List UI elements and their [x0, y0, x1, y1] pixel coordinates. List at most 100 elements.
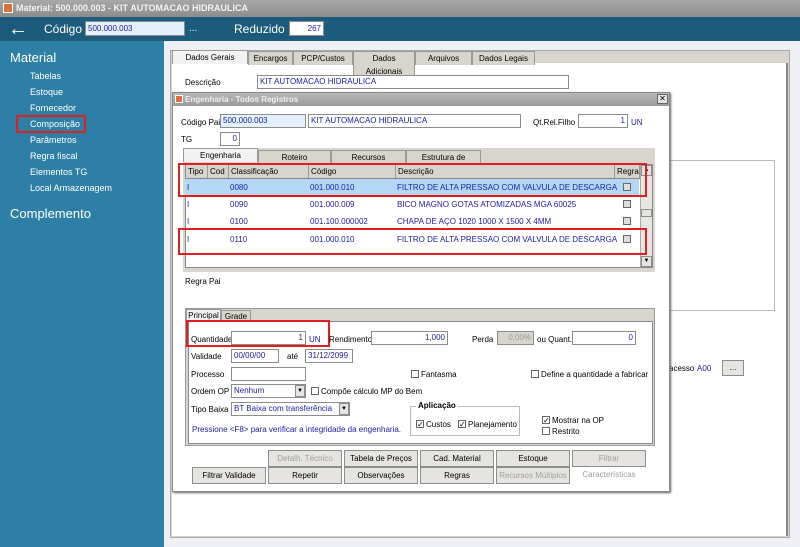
sidebar-item-elementos-tg[interactable]: Elementos TG [30, 167, 87, 177]
codigo-pai-descricao: KIT AUTOMACAO HIDRAULICA [308, 114, 521, 128]
dialog-title: Engenharia - Todos Registros [185, 95, 299, 104]
reduzido-label: Reduzido [234, 22, 285, 36]
estoque-button[interactable]: Estoque [496, 450, 570, 467]
chevron-down-icon[interactable]: ▼ [339, 403, 349, 415]
back-arrow-icon[interactable]: ← [8, 17, 28, 41]
codigo-pai-input[interactable]: 500.000.003 [220, 114, 306, 128]
tg-input[interactable]: 0 [220, 132, 240, 146]
dialog-icon [175, 95, 183, 103]
header-bar: ← Código 500.000.003 ... Reduzido 267 [0, 17, 800, 41]
tipo-baixa-select[interactable]: BT Baixa com transferência [231, 402, 350, 416]
compoe-calculo-checkbox[interactable] [311, 387, 319, 395]
tab-dados-adicionais[interactable]: Dados Adicionais [353, 51, 415, 78]
mostrar-op-label: Mostrar na OP [552, 416, 605, 425]
validade-to-input[interactable]: 31/12/2099 [305, 349, 353, 363]
tab-engenharia[interactable]: Engenharia [183, 148, 258, 162]
cell-tipo: I [187, 200, 190, 209]
processo-input[interactable] [231, 367, 306, 381]
dialog-titlebar: Engenharia - Todos Registros [173, 93, 669, 106]
codigo-lookup-button[interactable]: ... [189, 23, 197, 34]
qt-rel-filho-input[interactable]: 1 [578, 114, 628, 128]
sidebar-item-estoque[interactable]: Estoque [30, 87, 63, 97]
compoe-calculo-label: Compõe cálculo MP do Bem [321, 387, 423, 396]
descricao-input[interactable]: KIT AUTOMACAO HIDRAULICA [257, 75, 569, 89]
codigo-pai-label: Código Pai [181, 118, 221, 127]
window-titlebar: Material: 500.000.003 - KIT AUTOMACAO HI… [0, 0, 800, 17]
perda-label: Perda [472, 335, 494, 344]
chevron-down-icon[interactable]: ▼ [295, 385, 305, 397]
descricao-label: Descrição [185, 78, 221, 87]
regra-pai-label: Regra Pai [185, 277, 221, 286]
highlight-box [178, 163, 647, 197]
scroll-thumb[interactable] [641, 209, 652, 217]
tab-roteiro[interactable]: Roteiro [258, 150, 331, 164]
tab-dados-legais[interactable]: Dados Legais [472, 51, 535, 65]
sidebar-item-composicao[interactable]: Composição [16, 115, 86, 133]
restrito-label: Restrito [552, 427, 580, 436]
cell-descricao: BICO MAGNO GOTAS ATOMIZADAS MGA 60025 [397, 200, 577, 209]
restrito-checkbox[interactable] [542, 427, 550, 435]
cell-codigo: 001.000.009 [310, 200, 355, 209]
sidebar-item-local-armazenagem[interactable]: Local Armazenagem [30, 183, 112, 193]
cell-regra-checkbox[interactable] [623, 217, 631, 225]
observacoes-button[interactable]: Observações [344, 467, 418, 484]
acesso-lookup-button[interactable]: ... [722, 360, 744, 376]
sidebar-item-parametros[interactable]: Parâmetros [30, 135, 77, 145]
ordem-op-label: Ordem OP [191, 387, 230, 396]
mostrar-op-checkbox[interactable]: ✓ [542, 416, 550, 425]
custos-checkbox[interactable]: ✓ [416, 420, 424, 429]
define-quantidade-checkbox[interactable] [531, 370, 539, 378]
aplicacao-label: Aplicação [416, 401, 458, 410]
sidebar-section-material: Material [10, 50, 57, 65]
sidebar-item-tabelas[interactable]: Tabelas [30, 71, 61, 81]
scroll-down-icon[interactable]: ▼ [641, 256, 652, 267]
sidebar-section-complemento: Complemento [10, 206, 91, 221]
tab-arquivos[interactable]: Arquivos [415, 51, 472, 65]
codigo-label: Código [44, 22, 83, 36]
sidebar-item-fornecedor[interactable]: Fornecedor [30, 103, 76, 113]
tab-recursos[interactable]: Recursos [331, 150, 406, 164]
recursos-multiplos-button[interactable]: Recursos Múltiplos [496, 467, 570, 484]
ate-label: até [287, 352, 299, 361]
acesso-label: acesso [669, 364, 695, 373]
highlight-box [178, 228, 647, 255]
sidebar: Material Tabelas Estoque Fornecedor Comp… [0, 41, 164, 547]
qt-rel-filho-unit: UN [631, 118, 643, 127]
fantasma-label: Fantasma [421, 370, 457, 379]
tab-pcp-custos[interactable]: PCP/Custos [293, 51, 353, 65]
grid-row[interactable]: I 0090 001.000.009 BICO MAGNO GOTAS ATOMIZA… [185, 196, 640, 213]
tipo-baixa-label: Tipo Baixa [191, 405, 229, 414]
rendimento-input[interactable]: 1,000 [371, 331, 448, 345]
reduzido-input[interactable]: 267 [289, 21, 324, 36]
tabela-precos-button[interactable]: Tabela de Preços [344, 450, 418, 467]
cell-regra-checkbox[interactable] [623, 200, 631, 208]
planejamento-label: Planejamento [468, 420, 517, 429]
cell-classificacao: 0090 [230, 200, 248, 209]
hint-text: Pressione <F8> para verificar a integrid… [192, 425, 402, 434]
processo-label: Processo [191, 370, 225, 379]
acesso-value: A00 [697, 364, 712, 373]
cad-material-button[interactable]: Cad. Material [420, 450, 494, 467]
repetir-button[interactable]: Repetir [268, 467, 342, 484]
dialog-close-button[interactable]: ✕ [657, 94, 668, 104]
tab-encargos[interactable]: Encargos [248, 51, 293, 65]
tab-dados-gerais[interactable]: Dados Gerais [172, 50, 248, 64]
image-box [668, 160, 775, 311]
define-quantidade-label: Define a quantidade a fabricar [541, 370, 649, 379]
codigo-input[interactable]: 500.000.003 [85, 21, 185, 36]
filtrar-validade-button[interactable]: Filtrar Validade [192, 467, 266, 484]
perda-input: 0,00% [497, 331, 534, 345]
qt-rel-filho-label: Qt.Rel.Filho [533, 118, 576, 127]
validade-from-input[interactable]: 00/00/00 [231, 349, 279, 363]
rendimento-label: Rendimento [329, 335, 373, 344]
ou-quant-input[interactable]: 0 [572, 331, 636, 345]
sidebar-item-regra-fiscal[interactable]: Regra fiscal [30, 151, 78, 161]
filtrar-caracteristicas-button[interactable]: Filtrar Características [572, 450, 646, 479]
app-icon [3, 3, 13, 13]
fantasma-checkbox[interactable] [411, 370, 419, 378]
detalh-tecnico-button[interactable]: Detalh. Técnico [268, 450, 342, 467]
custos-label: Custos [426, 420, 451, 429]
planejamento-checkbox[interactable]: ✓ [458, 420, 466, 429]
highlight-box [186, 320, 330, 347]
regras-button[interactable]: Regras [420, 467, 494, 484]
